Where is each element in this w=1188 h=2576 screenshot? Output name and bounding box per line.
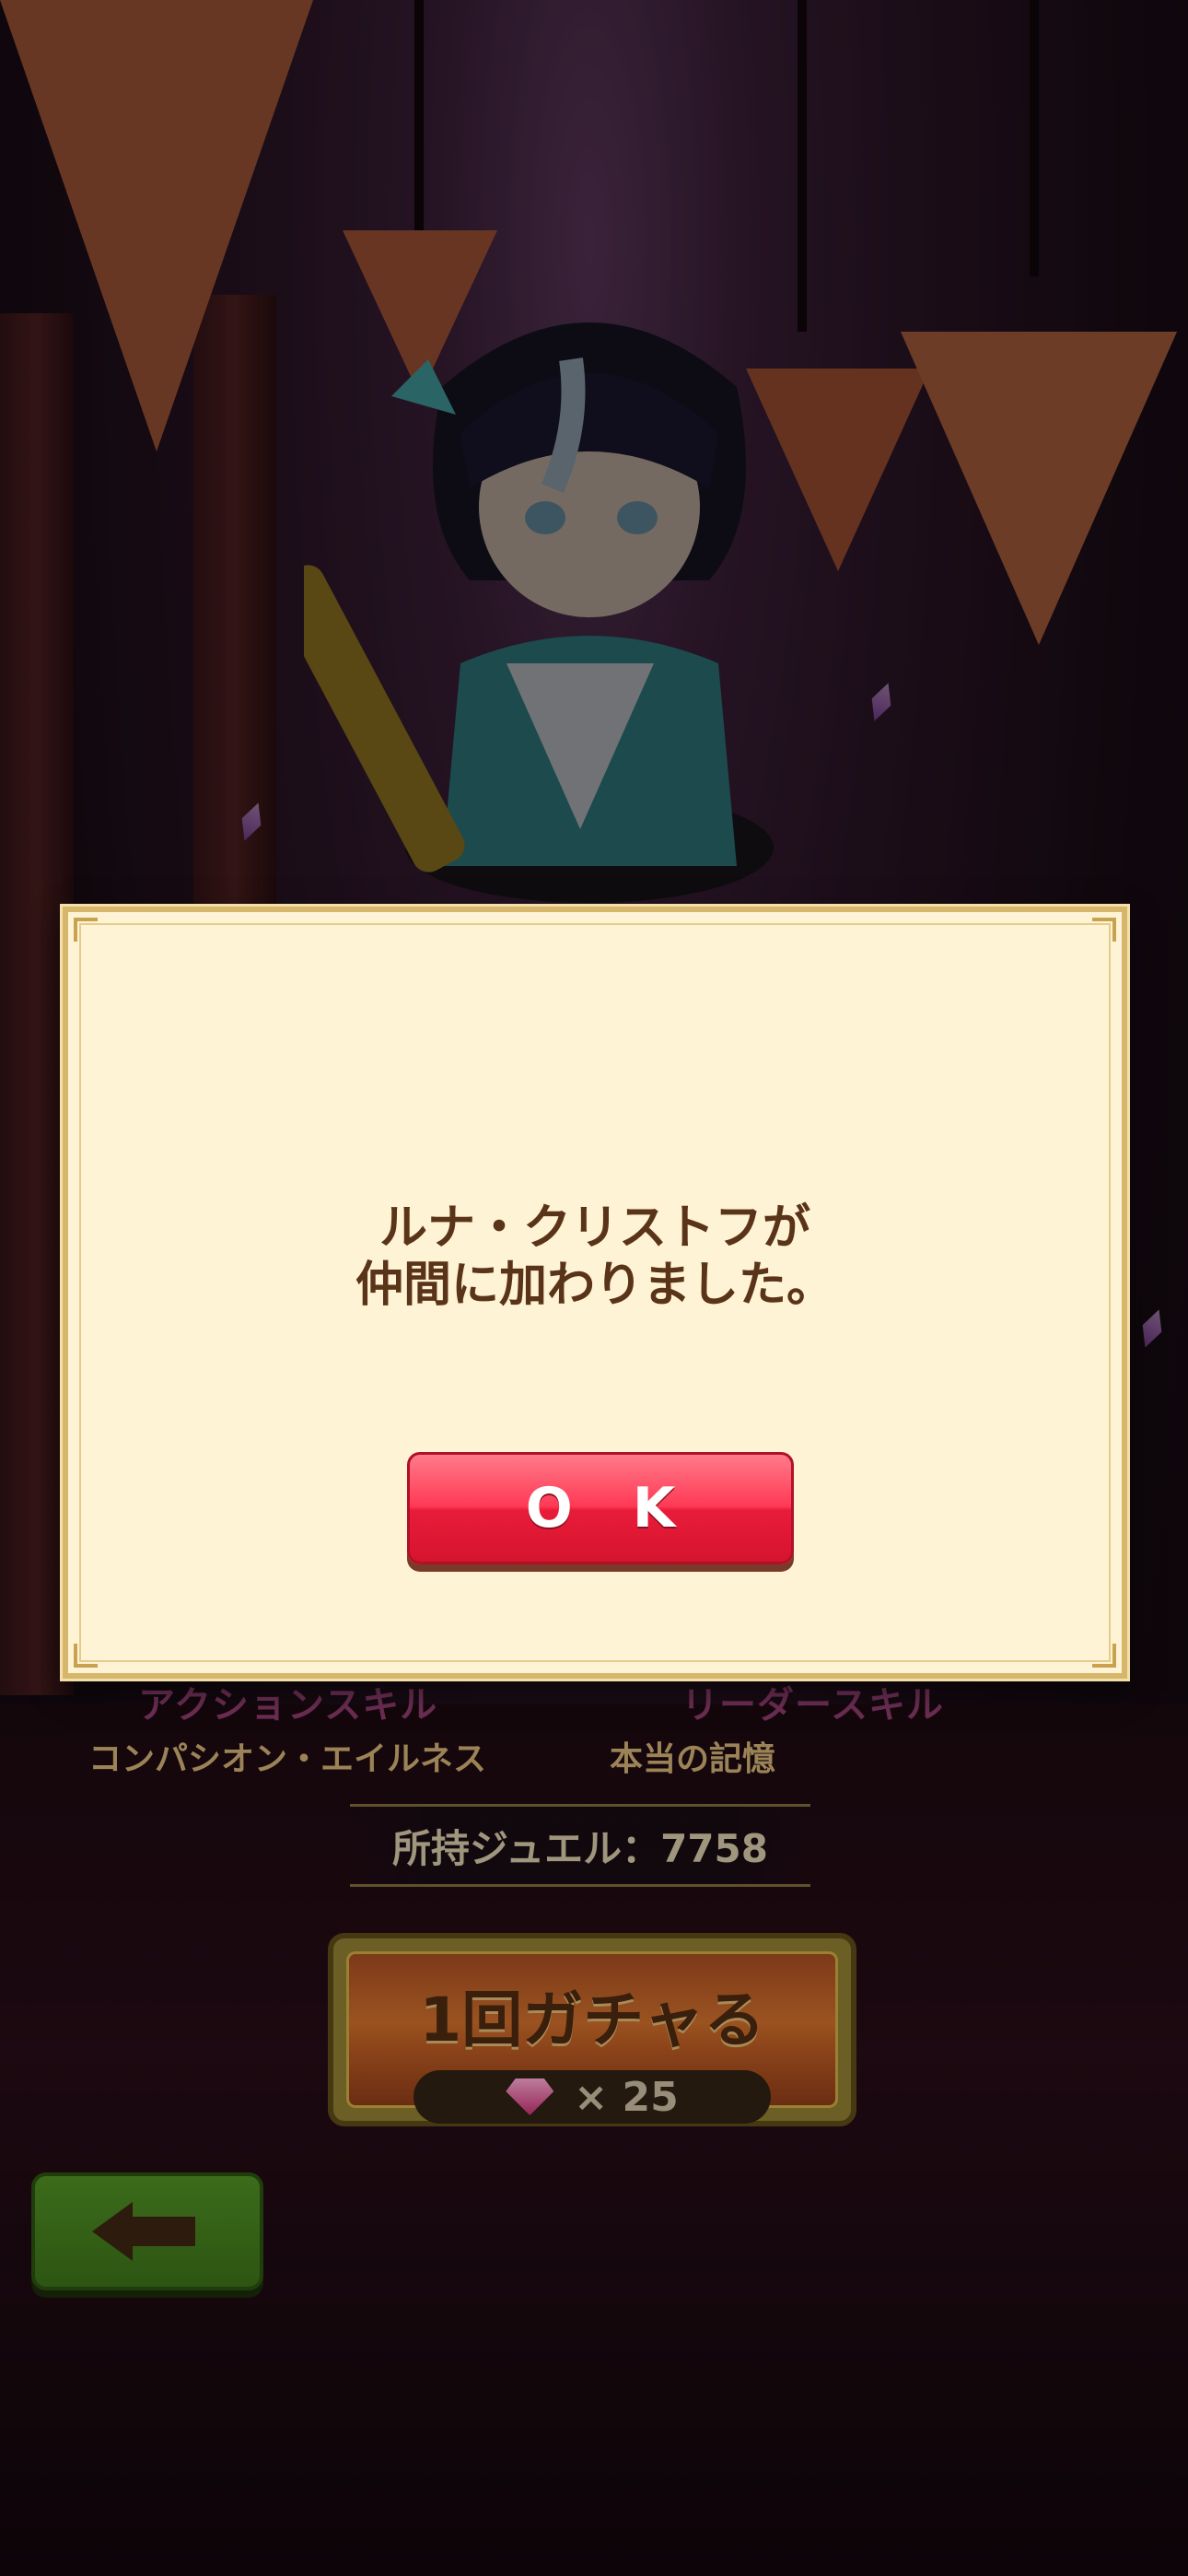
frame-corner-ornament [1085,918,1116,949]
dialog-message-line1: ルナ・クリストフが [379,1200,810,1256]
recruit-dialog: ルナ・クリストフが 仲間に加わりました。 O K [63,907,1127,1679]
frame-corner-ornament [74,918,105,949]
dialog-message-line2: 仲間に加わりました。 [355,1258,834,1313]
dialog-message: ルナ・クリストフが 仲間に加わりました。 [68,1200,1122,1314]
frame-corner-ornament [1085,1636,1116,1668]
ok-button[interactable]: O K [407,1452,794,1564]
frame-corner-ornament [74,1636,105,1668]
